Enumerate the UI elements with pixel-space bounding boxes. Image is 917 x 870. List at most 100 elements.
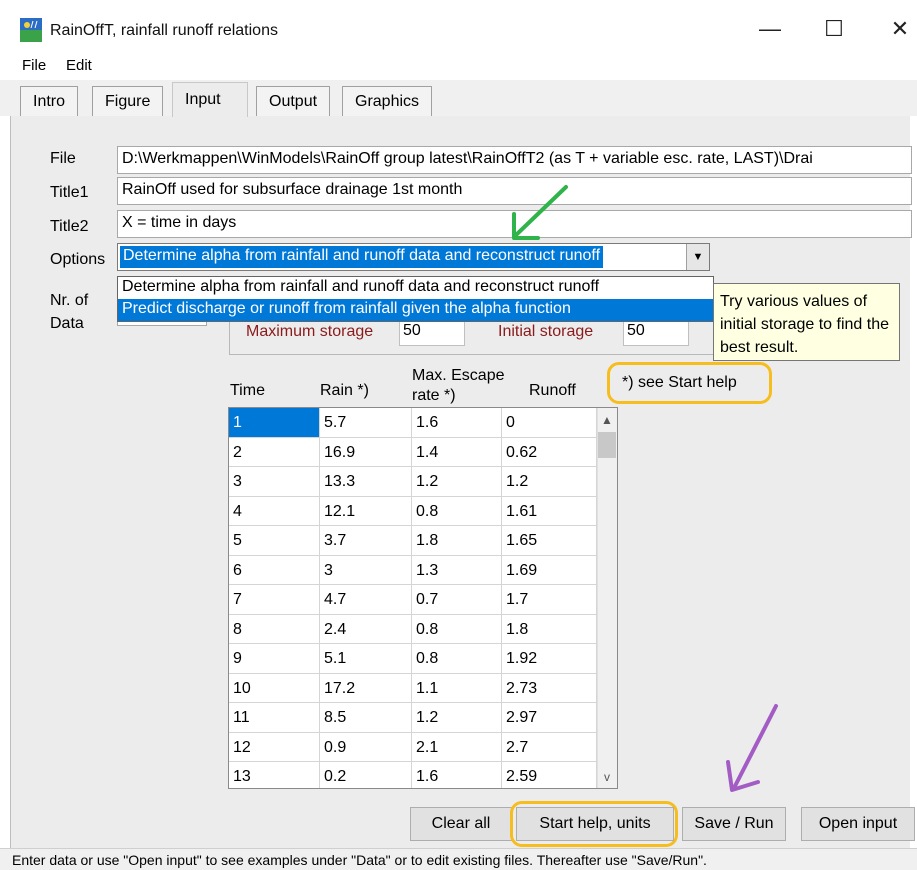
cell-escape-rate[interactable]: 1.3: [412, 555, 502, 585]
cell-runoff[interactable]: 0.62: [502, 437, 597, 467]
option-determine-alpha[interactable]: Determine alpha from rainfall and runoff…: [118, 277, 713, 299]
table-row: 4 12.1 0.8 1.61: [229, 496, 597, 526]
cell-time[interactable]: 4: [229, 496, 320, 526]
purple-arrow-icon: [726, 704, 778, 792]
cell-runoff[interactable]: 2.97: [502, 703, 597, 733]
table-row: 2 16.9 1.4 0.62: [229, 437, 597, 467]
table-row: 5 3.7 1.8 1.65: [229, 526, 597, 556]
table-row: 11 8.5 1.2 2.97: [229, 703, 597, 733]
col-header-rain: Rain *): [320, 382, 369, 399]
cell-escape-rate[interactable]: 1.2: [412, 467, 502, 497]
grid-scrollbar[interactable]: [597, 408, 617, 788]
menu-file[interactable]: File: [22, 57, 46, 74]
cell-runoff[interactable]: 1.2: [502, 467, 597, 497]
menu-edit[interactable]: Edit: [66, 57, 92, 74]
tab-input[interactable]: Input: [172, 82, 248, 117]
option-predict-discharge[interactable]: Predict discharge or runoff from rainfal…: [118, 299, 713, 321]
cell-runoff[interactable]: 1.8: [502, 614, 597, 644]
cell-time[interactable]: 3: [229, 467, 320, 497]
cell-rain[interactable]: 12.1: [320, 496, 412, 526]
scroll-down-icon[interactable]: v: [597, 767, 617, 787]
cell-rain[interactable]: 0.2: [320, 762, 412, 788]
cell-rain[interactable]: 0.9: [320, 732, 412, 762]
window-title: RainOffT, rainfall runoff relations: [50, 22, 278, 39]
col-header-escape-1: Max. Escape: [412, 367, 505, 384]
max-storage-field[interactable]: 50: [399, 318, 465, 346]
maximize-button[interactable]: ☐: [814, 12, 854, 46]
data-grid[interactable]: 1 5.7 1.6 0 2 16.9 1.4 0.62 3 13.3 1.2 1.2 4 12.1 0.8 1…: [228, 407, 618, 789]
cell-time[interactable]: 10: [229, 673, 320, 703]
cell-escape-rate[interactable]: 0.7: [412, 585, 502, 615]
initial-storage-field[interactable]: 50: [623, 318, 689, 346]
cell-time[interactable]: 2: [229, 437, 320, 467]
cell-escape-rate[interactable]: 1.8: [412, 526, 502, 556]
cell-rain[interactable]: 4.7: [320, 585, 412, 615]
cell-escape-rate[interactable]: 0.8: [412, 614, 502, 644]
cell-runoff[interactable]: 2.7: [502, 732, 597, 762]
cell-time[interactable]: 8: [229, 614, 320, 644]
cell-rain[interactable]: 3: [320, 555, 412, 585]
tab-graphics[interactable]: Graphics: [342, 86, 433, 116]
max-storage-label: Maximum storage: [246, 323, 374, 340]
cell-rain[interactable]: 13.3: [320, 467, 412, 497]
cell-time[interactable]: 1: [229, 408, 320, 438]
cell-rain[interactable]: 5.7: [320, 408, 412, 438]
options-label: Options: [50, 251, 106, 268]
cell-time[interactable]: 6: [229, 555, 320, 585]
table-row: 12 0.9 2.1 2.7: [229, 732, 597, 762]
cell-time[interactable]: 13: [229, 762, 320, 788]
cell-escape-rate[interactable]: 1.4: [412, 437, 502, 467]
cell-escape-rate[interactable]: 1.2: [412, 703, 502, 733]
clear-all-button[interactable]: Clear all: [410, 807, 512, 841]
cell-escape-rate[interactable]: 1.6: [412, 408, 502, 438]
table-row: 3 13.3 1.2 1.2: [229, 467, 597, 497]
cell-runoff[interactable]: 0: [502, 408, 597, 438]
cell-runoff[interactable]: 1.7: [502, 585, 597, 615]
table-row: 10 17.2 1.1 2.73: [229, 673, 597, 703]
cell-runoff[interactable]: 1.61: [502, 496, 597, 526]
cell-time[interactable]: 7: [229, 585, 320, 615]
scrollbar-thumb[interactable]: [598, 432, 616, 458]
table-row: 13 0.2 1.6 2.59: [229, 762, 597, 788]
cell-rain[interactable]: 2.4: [320, 614, 412, 644]
tab-intro[interactable]: Intro: [20, 86, 79, 116]
cell-rain[interactable]: 3.7: [320, 526, 412, 556]
cell-runoff[interactable]: 2.59: [502, 762, 597, 788]
cell-escape-rate[interactable]: 1.1: [412, 673, 502, 703]
maximize-icon: ☐: [824, 16, 844, 41]
cell-time[interactable]: 11: [229, 703, 320, 733]
table-row: 9 5.1 0.8 1.92: [229, 644, 597, 674]
cell-time[interactable]: 9: [229, 644, 320, 674]
open-input-button[interactable]: Open input: [801, 807, 915, 841]
cell-rain[interactable]: 16.9: [320, 437, 412, 467]
minimize-button[interactable]: —: [750, 12, 790, 46]
chevron-down-icon: ▼: [692, 251, 704, 263]
close-button[interactable]: ✕: [880, 12, 917, 46]
cell-escape-rate[interactable]: 1.6: [412, 762, 502, 788]
cell-escape-rate[interactable]: 2.1: [412, 732, 502, 762]
save-run-button[interactable]: Save / Run: [682, 807, 786, 841]
col-header-escape-2: rate *): [412, 387, 456, 404]
cell-runoff[interactable]: 1.92: [502, 644, 597, 674]
cell-escape-rate[interactable]: 0.8: [412, 644, 502, 674]
cell-rain[interactable]: 8.5: [320, 703, 412, 733]
nr-of-data-label-2: Data: [50, 315, 84, 332]
cell-runoff[interactable]: 1.65: [502, 526, 597, 556]
cell-time[interactable]: 5: [229, 526, 320, 556]
cell-time[interactable]: 12: [229, 732, 320, 762]
cell-rain[interactable]: 5.1: [320, 644, 412, 674]
cell-escape-rate[interactable]: 0.8: [412, 496, 502, 526]
tab-figure[interactable]: Figure: [92, 86, 164, 116]
cell-runoff[interactable]: 2.73: [502, 673, 597, 703]
file-path-field[interactable]: D:\Werkmappen\WinModels\RainOff group la…: [117, 146, 912, 174]
nr-of-data-label-1: Nr. of: [50, 292, 89, 309]
minimize-icon: —: [759, 16, 781, 41]
start-help-button[interactable]: Start help, units: [516, 807, 674, 841]
file-label: File: [50, 150, 76, 167]
dropdown-arrow-button[interactable]: ▼: [686, 244, 709, 270]
cell-runoff[interactable]: 1.69: [502, 555, 597, 585]
scroll-up-icon[interactable]: ▲: [597, 410, 617, 430]
tab-output[interactable]: Output: [256, 86, 331, 116]
cell-rain[interactable]: 17.2: [320, 673, 412, 703]
initial-storage-label: Initial storage: [498, 323, 594, 340]
